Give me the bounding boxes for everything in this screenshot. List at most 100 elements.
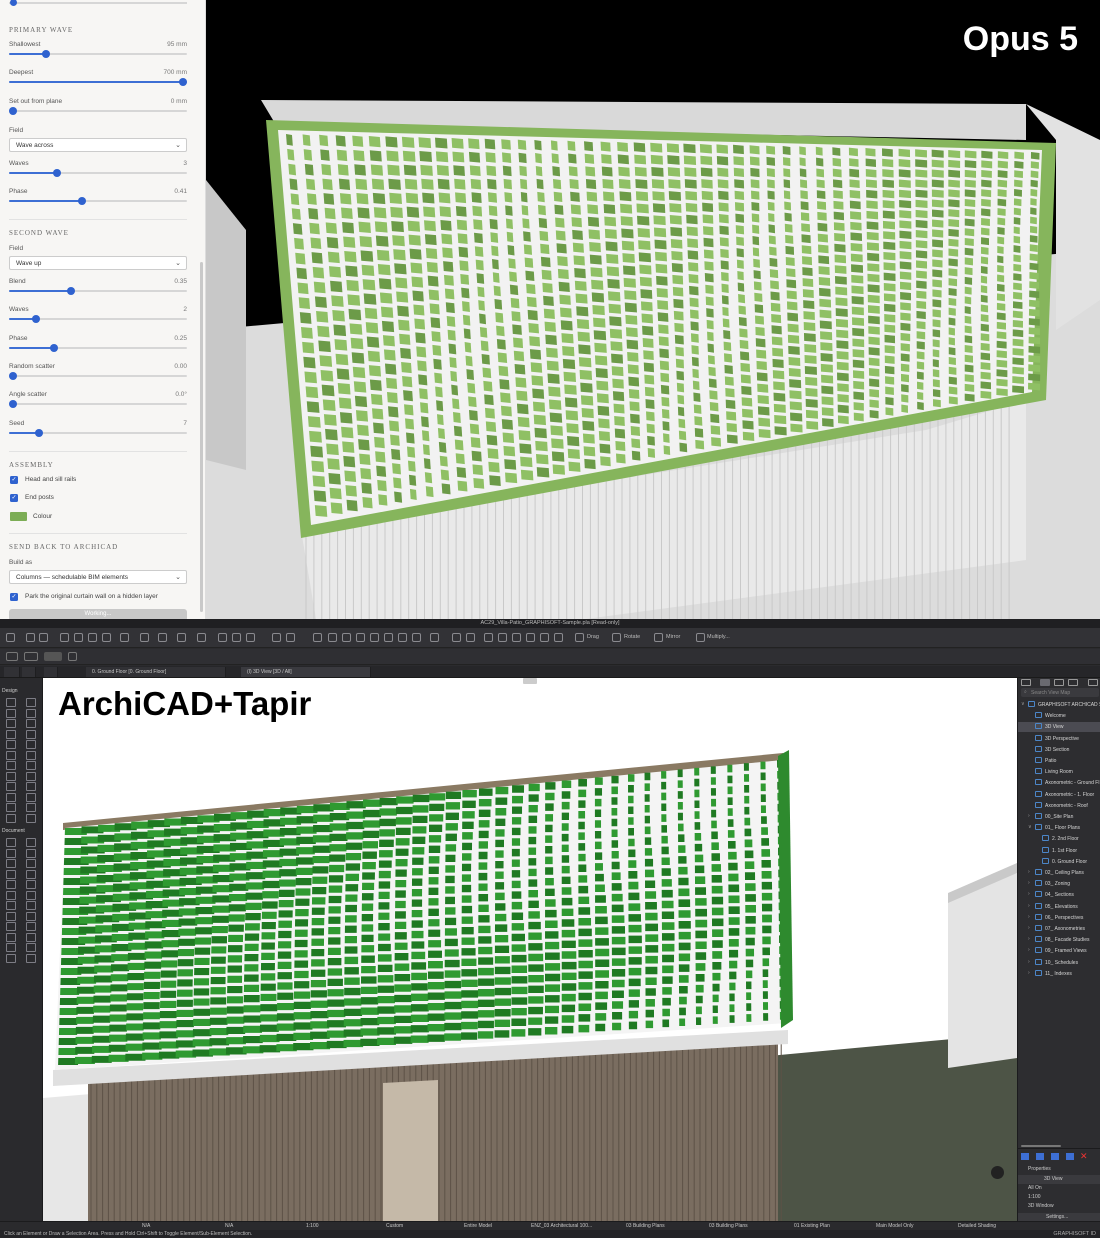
document-tool-icon[interactable] — [26, 880, 36, 889]
chevron-icon[interactable]: › — [1028, 925, 1030, 931]
chevron-icon[interactable]: › — [1028, 813, 1030, 819]
slider-knob[interactable] — [67, 287, 76, 295]
colour-swatch[interactable] — [10, 512, 27, 521]
slider-knob[interactable] — [42, 50, 51, 58]
slider-track[interactable] — [9, 400, 187, 409]
design-tool-icon[interactable] — [6, 761, 16, 770]
slider-knob[interactable] — [9, 400, 17, 409]
design-tool-icon[interactable] — [6, 792, 16, 802]
layer-icon[interactable] — [6, 652, 18, 661]
box-icon[interactable] — [197, 633, 206, 642]
folder-icon[interactable] — [24, 652, 38, 661]
mirror-label[interactable]: Mirror — [666, 634, 680, 640]
nav-item[interactable]: › 06_ Perspectives — [1018, 913, 1100, 923]
slider-knob[interactable] — [49, 343, 58, 352]
status-structure[interactable]: Main Model Only — [876, 1223, 914, 1229]
explode-icon[interactable] — [398, 633, 407, 642]
chevron-icon[interactable]: › — [1028, 947, 1030, 953]
view-map-icon[interactable] — [1040, 679, 1050, 686]
design-tool-icon[interactable] — [6, 782, 16, 791]
top-slider-knob[interactable] — [10, 0, 17, 6]
adjust-icon[interactable] — [356, 633, 365, 642]
floor-indicator[interactable] — [44, 652, 62, 661]
rotate-label[interactable]: Rotate — [624, 634, 640, 640]
second-slider-5[interactable]: Seed 7 — [9, 420, 187, 442]
document-tool-icon[interactable] — [6, 911, 16, 921]
chevron-icon[interactable]: › — [1028, 903, 1030, 909]
document-tool-icon[interactable] — [6, 869, 16, 879]
slider-knob[interactable] — [179, 78, 187, 87]
document-tool-icon[interactable] — [6, 848, 16, 858]
status-pen-set[interactable]: ENZ_03 Architectural 100... — [531, 1223, 592, 1229]
nav-item[interactable]: › 00_Site Plan — [1018, 812, 1100, 822]
primary2-slider-1[interactable]: Phase 0.41 — [9, 188, 187, 210]
prop-layer-combo[interactable]: All On — [1028, 1185, 1042, 1191]
slider-knob[interactable] — [9, 106, 17, 115]
split-icon[interactable] — [342, 633, 351, 642]
slider-track[interactable] — [9, 50, 187, 58]
design-tool-icon[interactable] — [6, 803, 16, 812]
multiply-icon[interactable] — [696, 633, 705, 642]
settings-button[interactable]: Settings... — [1046, 1214, 1068, 1220]
document-tool-icon[interactable] — [6, 901, 16, 910]
nav-item[interactable]: › 09_ Framed Views — [1018, 946, 1100, 956]
primary-slider-2[interactable]: Set out from plane 0 mm — [9, 98, 187, 120]
build-as-select[interactable]: Columns — schedulable BIM elements ⌄ — [9, 570, 187, 584]
nav-item[interactable]: ∨ 01_ Floor Plans — [1018, 823, 1100, 833]
pencil-icon[interactable] — [88, 633, 97, 642]
status-angle[interactable]: N/A — [142, 1223, 150, 1229]
nav-item[interactable]: › 10_ Schedules — [1018, 958, 1100, 968]
slider-track[interactable] — [9, 428, 187, 437]
offset-icon[interactable] — [384, 633, 393, 642]
nav-item[interactable]: › 02_ Ceiling Plans — [1018, 868, 1100, 878]
status-shading[interactable]: Detailed Shading — [958, 1223, 996, 1229]
nav-item[interactable]: Patio — [1018, 756, 1100, 766]
tab-grid-icon[interactable] — [44, 667, 58, 677]
nav-item[interactable]: Axonometric - Ground Fl — [1018, 778, 1100, 788]
flag-icon[interactable] — [484, 633, 493, 642]
status-renovation[interactable]: 01 Existing Plan — [794, 1223, 830, 1229]
nav-item[interactable]: Axonometric - 1. Floor — [1018, 790, 1100, 800]
prop-view-name[interactable]: 3D View — [1044, 1176, 1063, 1182]
prop-scale[interactable]: 1:100 — [1028, 1194, 1041, 1200]
chevron-icon[interactable]: ∨ — [1028, 824, 1032, 830]
design-tool-icon[interactable] — [6, 698, 16, 707]
navigation-icon[interactable] — [991, 1166, 1004, 1179]
chevron-icon[interactable]: ∨ — [1021, 701, 1025, 707]
fillet-icon[interactable] — [370, 633, 379, 642]
layout-icon[interactable] — [1066, 1153, 1074, 1160]
view-map-search[interactable]: ⌕ Search View Map — [1021, 688, 1099, 697]
document-tool-icon[interactable] — [6, 922, 16, 931]
clone-icon[interactable] — [1036, 1153, 1044, 1160]
primary-field-select[interactable]: Wave across ⌄ — [9, 138, 187, 152]
nav-item[interactable]: Axonometric - Roof — [1018, 801, 1100, 811]
slider-track[interactable] — [9, 106, 187, 115]
grid-icon[interactable] — [177, 633, 186, 642]
primary-slider-1[interactable]: Deepest 700 mm — [9, 69, 187, 91]
slider-knob[interactable] — [53, 169, 62, 177]
tab-3d-view[interactable]: (I) 3D View [3D / All] — [241, 667, 371, 677]
second-slider-1[interactable]: Waves 2 — [9, 306, 187, 328]
second-field-select[interactable]: Wave up ⌄ — [9, 256, 187, 270]
design-tool-icon[interactable] — [26, 792, 36, 802]
second-slider-4[interactable]: Angle scatter 0.0° — [9, 391, 187, 413]
design-tool-icon[interactable] — [26, 750, 36, 760]
nav-item[interactable]: 2. 2nd Floor — [1018, 834, 1100, 844]
group-icon[interactable] — [430, 633, 439, 642]
nav-item[interactable]: › 08_ Facade Studies — [1018, 935, 1100, 945]
refresh-icon[interactable] — [512, 633, 521, 642]
eyedropper-icon[interactable] — [102, 633, 111, 642]
document-tool-icon[interactable] — [26, 932, 36, 942]
second-slider-3[interactable]: Random scatter 0.00 — [9, 363, 187, 385]
redo-icon[interactable] — [39, 633, 48, 642]
slider-track[interactable] — [9, 78, 187, 87]
section-icon[interactable] — [232, 633, 241, 642]
nav-item[interactable]: Welcome — [1018, 711, 1100, 721]
prop-window[interactable]: 3D Window — [1028, 1203, 1054, 1209]
chevron-icon[interactable]: › — [1028, 869, 1030, 875]
chevron-icon[interactable]: › — [1028, 970, 1030, 976]
primary2-slider-0[interactable]: Waves 3 — [9, 160, 187, 182]
document-tool-icon[interactable] — [6, 859, 16, 868]
nav-item[interactable]: › 04_ Sections — [1018, 890, 1100, 900]
slider-track[interactable] — [9, 343, 187, 352]
